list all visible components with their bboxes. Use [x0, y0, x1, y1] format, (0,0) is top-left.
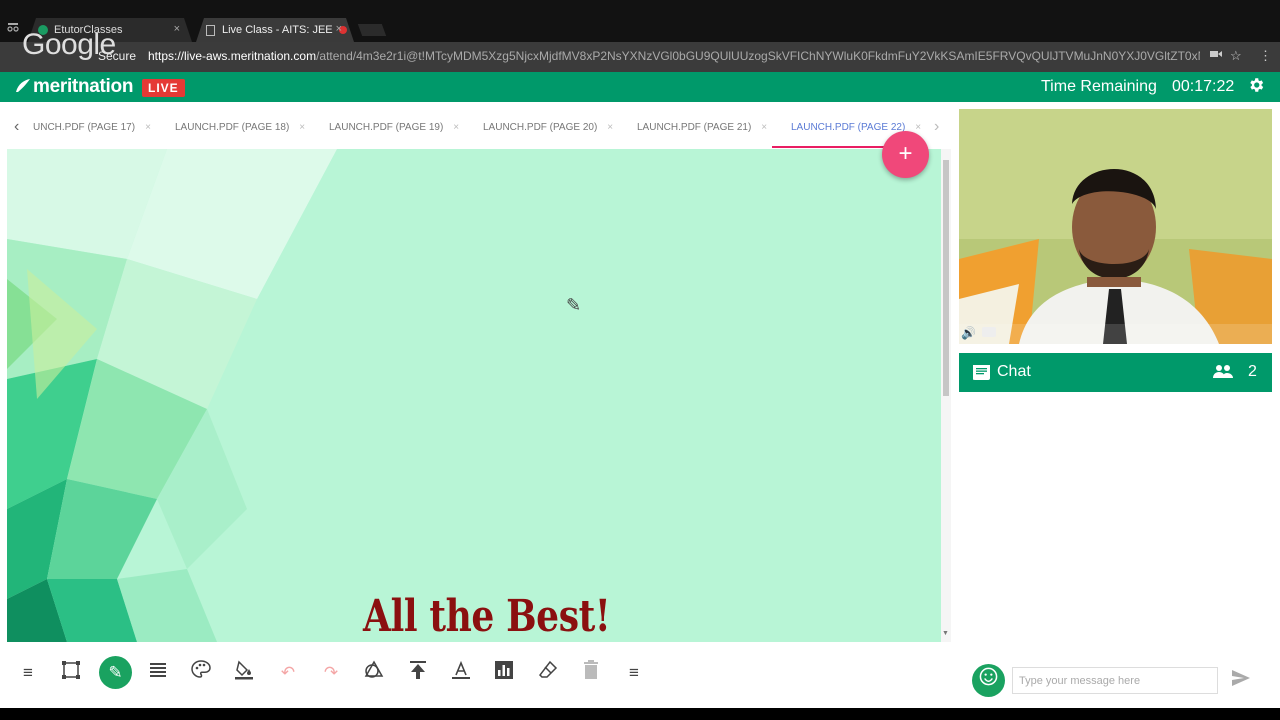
- chat-title: Chat: [997, 363, 1031, 380]
- url-text[interactable]: https://live-aws.meritnation.com/attend/…: [148, 49, 1200, 63]
- doc-tab-page-17[interactable]: UNCH.PDF (PAGE 17) ×: [33, 122, 151, 133]
- bookmark-star-icon[interactable]: ☆: [1230, 48, 1242, 64]
- screen-bottom-border: [0, 708, 1280, 720]
- eraser-icon[interactable]: [535, 660, 561, 686]
- logo-text: meritnation: [33, 76, 134, 97]
- tabs-scroll-right-icon[interactable]: ›: [934, 118, 939, 136]
- document-favicon-icon: [206, 25, 215, 36]
- time-remaining-label: Time Remaining: [1041, 78, 1157, 95]
- polygon-background-art: [7, 149, 337, 642]
- video-frame: [959, 109, 1272, 344]
- chat-message-input[interactable]: [1012, 667, 1218, 694]
- add-page-button[interactable]: +: [882, 131, 929, 178]
- slide-heading: All the Best!: [363, 591, 611, 642]
- close-doc-tab-icon[interactable]: ×: [453, 122, 459, 133]
- participant-count: 2: [1248, 363, 1257, 380]
- browser-tab-live-class[interactable]: Live Class - AITS: JEE ×: [196, 18, 354, 42]
- pencil-cursor-icon: ✎: [566, 295, 582, 315]
- color-palette-icon[interactable]: [188, 660, 214, 686]
- fill-color-icon[interactable]: [231, 660, 257, 686]
- browser-tab-strip: [0, 0, 1280, 42]
- close-doc-tab-icon[interactable]: ×: [299, 122, 305, 133]
- scrollbar-thumb[interactable]: [943, 160, 949, 396]
- time-remaining-value: 00:17:22: [1172, 78, 1235, 95]
- undo-icon[interactable]: ↶: [275, 660, 301, 686]
- close-tab-icon[interactable]: ×: [336, 23, 342, 35]
- pencil-tool-icon[interactable]: ✎: [99, 656, 132, 689]
- text-box-icon[interactable]: [58, 660, 84, 686]
- url-path: /attend/4m3e2r1i@t!MTcyMDM5Xzg5NjcxMjdfM…: [316, 49, 1200, 63]
- doc-tab-page-21[interactable]: LAUNCH.PDF (PAGE 21) ×: [637, 122, 767, 133]
- doc-tab-label: UNCH.PDF (PAGE 17): [33, 122, 136, 133]
- new-tab-button[interactable]: [357, 24, 387, 36]
- scroll-down-icon[interactable]: ▼: [942, 630, 949, 637]
- emoji-button[interactable]: [972, 664, 1005, 697]
- doc-tab-page-20[interactable]: LAUNCH.PDF (PAGE 20) ×: [483, 122, 613, 133]
- incognito-icon: [6, 20, 20, 34]
- volume-icon[interactable]: 🔊: [961, 326, 976, 340]
- camera-toggle-icon[interactable]: [982, 327, 996, 337]
- video-controls: [959, 324, 1272, 344]
- doc-tab-label: LAUNCH.PDF (PAGE 21): [637, 122, 752, 133]
- more-menu-icon[interactable]: ≡: [621, 660, 647, 686]
- browser-tab-title: Live Class - AITS: JEE: [222, 24, 333, 36]
- redo-icon[interactable]: ↷: [318, 660, 344, 686]
- close-doc-tab-icon[interactable]: ×: [915, 122, 921, 133]
- browser-menu-icon[interactable]: ⋮: [1259, 48, 1272, 64]
- close-tab-icon[interactable]: ×: [174, 23, 180, 35]
- line-weight-icon[interactable]: [145, 660, 171, 686]
- doc-tab-label: LAUNCH.PDF (PAGE 20): [483, 122, 598, 133]
- page-list-icon[interactable]: ≡: [15, 660, 41, 686]
- send-message-icon[interactable]: [1229, 669, 1253, 693]
- secure-label: Secure: [98, 49, 137, 63]
- teacher-video-feed[interactable]: [959, 109, 1272, 344]
- doc-tab-label: LAUNCH.PDF (PAGE 19): [329, 122, 444, 133]
- doc-tab-page-18[interactable]: LAUNCH.PDF (PAGE 18) ×: [175, 122, 305, 133]
- participants-icon[interactable]: [1213, 364, 1233, 382]
- doc-tab-label: LAUNCH.PDF (PAGE 22): [791, 122, 906, 133]
- camera-icon[interactable]: [1210, 48, 1222, 63]
- tabs-scroll-left-icon[interactable]: ‹: [14, 118, 19, 136]
- chat-bubble-icon: [973, 365, 990, 380]
- meritnation-logo[interactable]: meritnation: [14, 76, 133, 98]
- close-doc-tab-icon[interactable]: ×: [607, 122, 613, 133]
- chart-icon[interactable]: [491, 660, 517, 686]
- url-host: https://live-aws.meritnation.com: [148, 49, 317, 63]
- text-tool-icon[interactable]: [448, 660, 474, 686]
- whiteboard-slide[interactable]: All the Best! ✎: [7, 149, 941, 642]
- upload-icon[interactable]: [405, 660, 431, 686]
- doc-tab-label: LAUNCH.PDF (PAGE 18): [175, 122, 290, 133]
- doc-tab-page-19[interactable]: LAUNCH.PDF (PAGE 19) ×: [329, 122, 459, 133]
- live-badge: LIVE: [142, 79, 185, 97]
- close-doc-tab-icon[interactable]: ×: [145, 122, 151, 133]
- shapes-icon[interactable]: [361, 660, 387, 686]
- settings-gear-icon[interactable]: [1247, 76, 1265, 99]
- chat-messages-area[interactable]: [959, 392, 1272, 662]
- close-doc-tab-icon[interactable]: ×: [761, 122, 767, 133]
- delete-icon[interactable]: [578, 660, 604, 686]
